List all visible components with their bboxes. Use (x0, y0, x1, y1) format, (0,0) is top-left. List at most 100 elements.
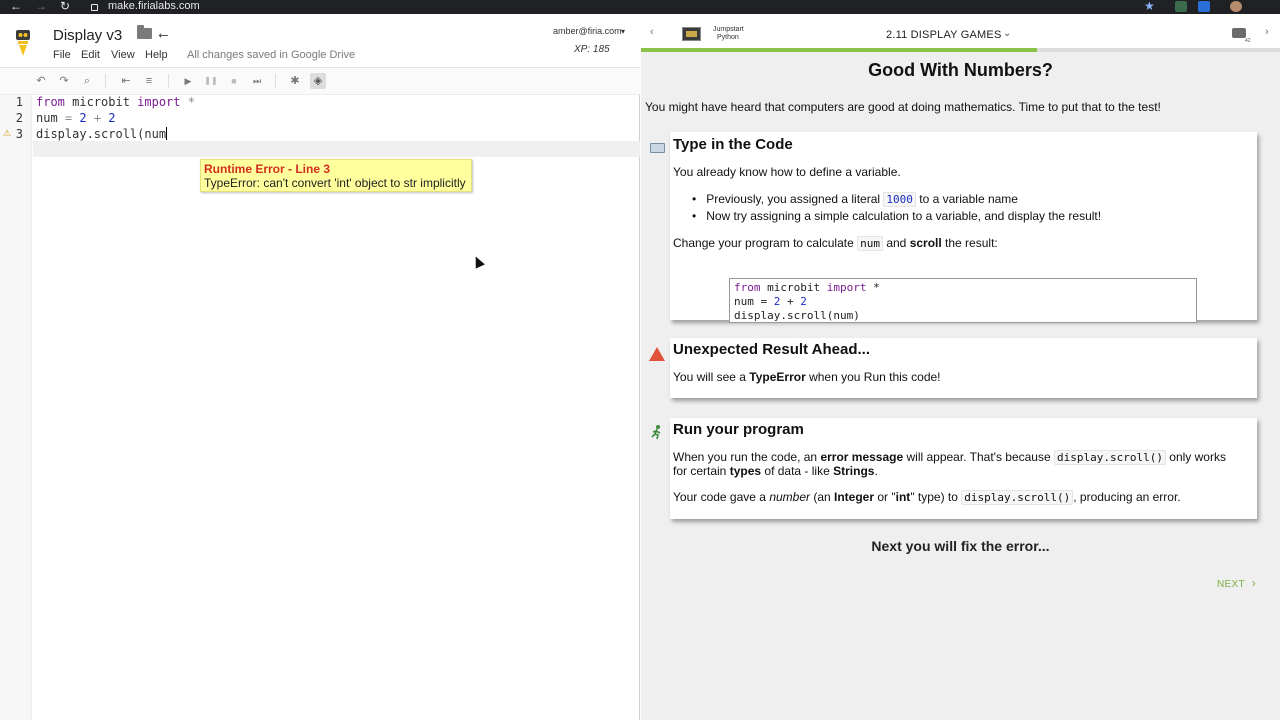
bullet-item: • Now try assigning a simple calculation… (692, 209, 1101, 223)
search-icon[interactable]: ⌕ (79, 73, 95, 89)
code-line-2[interactable]: num = 2 + 2 (36, 111, 116, 125)
runtime-error-tooltip: Runtime Error - Line 3 TypeError: can't … (200, 159, 472, 192)
text: of data - like (761, 464, 834, 478)
document-title[interactable]: Display v3 (53, 27, 122, 44)
toolbar-divider (105, 74, 106, 88)
run-program-card: Run your program When you run the code, … (670, 418, 1257, 519)
stop-icon[interactable]: ■ (226, 73, 242, 89)
card-text: You already know how to define a variabl… (673, 165, 901, 179)
redo-icon[interactable]: ↷ (56, 73, 72, 89)
inline-code: num (857, 236, 883, 251)
course-name-line: Jumpstart (713, 26, 744, 33)
warning-triangle-icon (649, 347, 665, 361)
code-token: from (36, 95, 65, 109)
caret-down-icon[interactable]: ▾ (621, 27, 625, 36)
code-token: num (36, 111, 58, 125)
robot-count: 42 (1245, 38, 1251, 44)
reload-icon[interactable]: ↻ (60, 0, 70, 14)
runner-icon (651, 425, 661, 440)
card-text: You will see a TypeError when you Run th… (673, 370, 941, 384)
code-example-box: from microbit import * num = 2 + 2 display… (729, 278, 1197, 323)
sim-mode-icon[interactable]: ◈ (310, 73, 326, 89)
code-token: 2 (79, 111, 87, 125)
forward-arrow-icon[interactable]: → (35, 0, 47, 14)
lesson-header: ‹ Jumpstart Python 2.11 DISPLAY GAMES ⌄ … (641, 14, 1280, 52)
text: Change your program to calculate (673, 236, 858, 250)
code-token: + (780, 295, 801, 308)
next-step-heading: Next you will fix the error... (871, 538, 1050, 554)
menu-view[interactable]: View (111, 49, 135, 61)
code-token: import (826, 281, 867, 294)
code-editor-pane: Display v3 ⭠ File Edit View Help All cha… (0, 14, 640, 720)
xp-counter: XP: 185 (574, 44, 610, 55)
unexpected-result-card: Unexpected Result Ahead... You will see … (670, 338, 1257, 398)
save-status: All changes saved in Google Drive (187, 49, 356, 61)
inline-code: display.scroll() (961, 490, 1074, 505)
bold-text: TypeError (749, 370, 806, 384)
lesson-progress-fill (641, 48, 1038, 52)
line-number: 1 (15, 95, 23, 109)
text: for certain (673, 464, 730, 478)
browser-toolbar: ← → ↻ make.firialabs.com ★ (0, 0, 1280, 14)
text: , producing an error. (1073, 490, 1181, 504)
undo-icon[interactable]: ↶ (33, 73, 49, 89)
text: Now try assigning a simple calculation t… (706, 209, 1102, 223)
extension-icon[interactable] (1175, 1, 1187, 12)
text-cursor (166, 127, 168, 140)
code-token: microbit (760, 281, 827, 294)
menu-file[interactable]: File (53, 49, 71, 61)
card-text: When you run the code, an error message … (673, 450, 1226, 465)
firia-robot-logo-icon (16, 30, 30, 56)
inline-code: display.scroll() (1053, 450, 1166, 465)
bold-text: Strings (833, 464, 875, 478)
bullet-marker: • (692, 209, 707, 223)
warning-icon[interactable]: ⚠ (3, 128, 11, 139)
text: Your code gave a (673, 490, 770, 504)
robot-icon[interactable] (1232, 28, 1246, 38)
profile-avatar[interactable] (1230, 1, 1242, 12)
code-line: from microbit import * (734, 281, 1192, 295)
code-line-3[interactable]: display.scroll(num (36, 127, 168, 141)
text: and (882, 236, 910, 250)
code-line: num = 2 + 2 (734, 295, 1192, 309)
text: when you Run this code! (805, 370, 941, 384)
back-arrow-icon[interactable]: ← (10, 0, 22, 14)
pause-icon[interactable]: ❚❚ (203, 73, 219, 89)
bold-text: types (729, 464, 762, 478)
card-text: for certain types of data - like Strings… (673, 464, 878, 478)
error-message: TypeError: can't convert 'int' object to… (204, 176, 466, 190)
indent-icon[interactable]: ⇤ (118, 73, 134, 89)
previous-lesson-chevron-icon[interactable]: ‹ (650, 26, 654, 38)
address-bar[interactable]: make.firialabs.com (108, 0, 200, 13)
step-icon[interactable]: ⏭ (249, 73, 265, 89)
page-heading: Good With Numbers? (868, 60, 1053, 80)
next-lesson-chevron-icon[interactable]: › (1265, 26, 1269, 38)
chevron-right-icon: › (1251, 576, 1257, 590)
chevron-down-icon[interactable]: ⌄ (1003, 28, 1011, 39)
card-text: Your code gave a number (an Integer or "… (673, 490, 1181, 505)
format-icon[interactable]: ≡ (141, 73, 157, 89)
card-title: Unexpected Result Ahead... (673, 341, 870, 358)
usb-connect-icon[interactable]: ⭠ (158, 27, 168, 43)
card-title: Run your program (673, 421, 804, 438)
menu-help[interactable]: Help (145, 49, 168, 61)
lesson-title[interactable]: 2.11 DISPLAY GAMES (886, 29, 1002, 41)
text: only works (1165, 450, 1226, 464)
next-button[interactable]: NEXT › (1217, 576, 1256, 590)
debug-icon[interactable]: ✱ (287, 73, 303, 89)
text: Previously, you assigned a literal (706, 192, 884, 206)
code-token: microbit (64, 95, 138, 109)
user-account-menu[interactable]: amber@firia.com (553, 26, 622, 36)
bookmark-star-icon[interactable]: ★ (1144, 0, 1155, 14)
card-title: Type in the Code (673, 136, 793, 153)
menu-edit[interactable]: Edit (81, 49, 100, 61)
lock-icon (91, 4, 98, 11)
run-icon[interactable]: ▶ (180, 73, 196, 89)
folder-icon[interactable] (137, 25, 152, 39)
editor-header: Display v3 ⭠ File Edit View Help All cha… (0, 14, 640, 68)
zoom-extension-icon[interactable] (1198, 1, 1210, 12)
active-line-highlight (33, 141, 640, 157)
text: (an (810, 490, 835, 504)
code-line: display.scroll(num) (734, 309, 860, 322)
code-line-1[interactable]: from microbit import * (36, 95, 195, 109)
